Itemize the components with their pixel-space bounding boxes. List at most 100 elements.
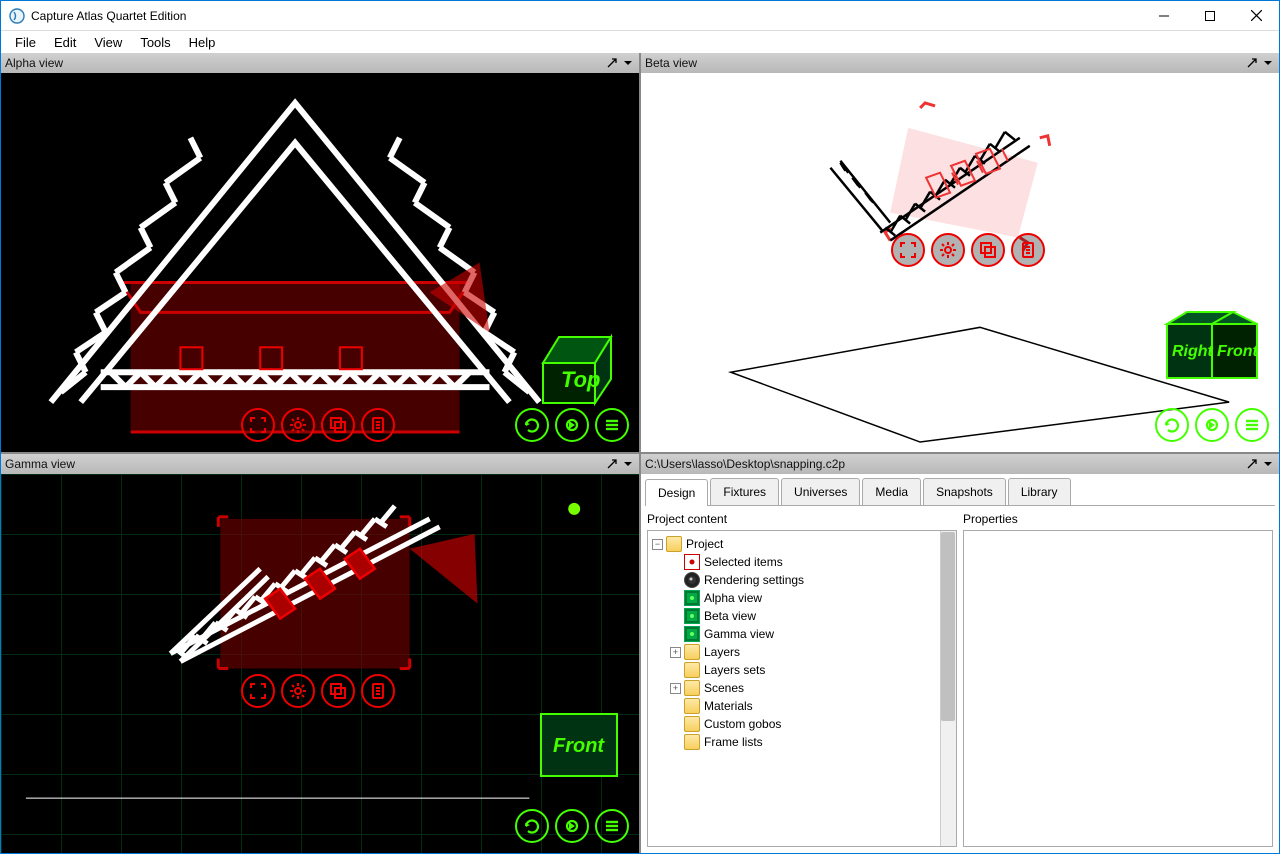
gamma-green-tools (515, 809, 629, 843)
clipboard-button[interactable] (361, 674, 395, 708)
minimize-button[interactable] (1141, 1, 1187, 31)
svg-text:Front: Front (553, 735, 605, 757)
clipboard-button[interactable] (361, 408, 395, 442)
close-button[interactable] (1233, 1, 1279, 31)
tab-library[interactable]: Library (1008, 478, 1071, 505)
app-window: Capture Atlas Quartet Edition File Edit … (0, 0, 1280, 854)
tree-node-materials[interactable]: Materials (650, 697, 954, 715)
pane-title-alpha: Alpha view (5, 56, 603, 70)
tree-node-layers-sets[interactable]: Layers sets (650, 661, 954, 679)
menu-tools[interactable]: Tools (132, 33, 178, 52)
tab-media[interactable]: Media (862, 478, 921, 505)
menu-edit[interactable]: Edit (46, 33, 84, 52)
pane-collapse-icon[interactable] (1261, 457, 1275, 471)
view-cube-beta[interactable]: RightFront (1157, 308, 1267, 390)
app-icon (9, 8, 25, 24)
tab-design[interactable]: Design (645, 479, 708, 506)
pane-maximize-icon[interactable] (605, 56, 619, 70)
pane-maximize-icon[interactable] (1245, 457, 1259, 471)
tree-node-custom-gobos[interactable]: Custom gobos (650, 715, 954, 733)
project-content-title: Project content (647, 512, 957, 526)
tree-label: Layers (704, 645, 740, 659)
viewport-beta[interactable]: RightFront (641, 73, 1279, 452)
project-tree[interactable]: −Project Selected items Rendering settings… (647, 530, 957, 847)
layers-button[interactable] (971, 233, 1005, 267)
titlebar: Capture Atlas Quartet Edition (1, 1, 1279, 31)
pane-collapse-icon[interactable] (621, 56, 635, 70)
tree-node-frame-lists[interactable]: Frame lists (650, 733, 954, 751)
tab-universes[interactable]: Universes (781, 478, 860, 505)
menu-button[interactable] (595, 809, 629, 843)
focus-button[interactable] (241, 408, 275, 442)
folder-icon (684, 716, 700, 732)
view-cube-gamma[interactable]: Front (539, 712, 619, 778)
folder-icon (684, 698, 700, 714)
rotate-button[interactable] (515, 408, 549, 442)
pane-maximize-icon[interactable] (605, 457, 619, 471)
menu-view[interactable]: View (86, 33, 130, 52)
settings-button[interactable] (281, 408, 315, 442)
menu-file[interactable]: File (7, 33, 44, 52)
tree-node-alpha-view[interactable]: Alpha view (650, 589, 954, 607)
settings-button[interactable] (281, 674, 315, 708)
viewport-gamma[interactable]: Front (1, 474, 639, 853)
beta-red-tools (891, 233, 1045, 267)
pane-gamma: Gamma view (1, 454, 639, 853)
window-title: Capture Atlas Quartet Edition (31, 9, 1141, 23)
alpha-red-tools (241, 408, 395, 442)
svg-text:Front: Front (1217, 343, 1259, 360)
properties-title: Properties (963, 512, 1273, 526)
tree-node-selected-items[interactable]: Selected items (650, 553, 954, 571)
tree-label: Selected items (704, 555, 783, 569)
render-icon (684, 572, 700, 588)
rotate-button[interactable] (515, 809, 549, 843)
properties-box (963, 530, 1273, 847)
viewport-alpha[interactable]: Top (1, 73, 639, 452)
tree-label: Custom gobos (704, 717, 781, 731)
rotate-button[interactable] (1155, 408, 1189, 442)
tree-node-layers[interactable]: + Layers (650, 643, 954, 661)
pane-header-project: C:\Users\lasso\Desktop\snapping.c2p (641, 454, 1279, 474)
tree-label: Gamma view (704, 627, 774, 641)
gamma-red-tools (241, 674, 395, 708)
pane-collapse-icon[interactable] (621, 457, 635, 471)
beta-green-tools (1155, 408, 1269, 442)
menu-button[interactable] (1235, 408, 1269, 442)
tree-node-rendering-settings[interactable]: Rendering settings (650, 571, 954, 589)
tree-expander[interactable]: + (670, 647, 681, 658)
folder-icon (684, 662, 700, 678)
tree-node-gamma-view[interactable]: Gamma view (650, 625, 954, 643)
menu-button[interactable] (595, 408, 629, 442)
tree-label: Rendering settings (704, 573, 804, 587)
focus-button[interactable] (891, 233, 925, 267)
tree-label: Materials (704, 699, 753, 713)
tab-fixtures[interactable]: Fixtures (710, 478, 779, 505)
maximize-button[interactable] (1187, 1, 1233, 31)
focus-button[interactable] (241, 674, 275, 708)
scrollbar-thumb[interactable] (941, 532, 955, 721)
tab-snapshots[interactable]: Snapshots (923, 478, 1006, 505)
layers-button[interactable] (321, 408, 355, 442)
window-controls (1141, 1, 1279, 31)
properties-column: Properties (963, 512, 1273, 847)
layers-button[interactable] (321, 674, 355, 708)
navigate-button[interactable] (555, 809, 589, 843)
pane-collapse-icon[interactable] (1261, 56, 1275, 70)
tree-expander[interactable]: + (670, 683, 681, 694)
tree-node-beta-view[interactable]: Beta view (650, 607, 954, 625)
pane-beta: Beta view (641, 53, 1279, 452)
pane-maximize-icon[interactable] (1245, 56, 1259, 70)
tree-scrollbar[interactable] (940, 531, 956, 846)
tree-node-scenes[interactable]: +Scenes (650, 679, 954, 697)
project-content-column: Project content −Project Selected items Re… (647, 512, 957, 847)
navigate-button[interactable] (555, 408, 589, 442)
settings-button[interactable] (931, 233, 965, 267)
navigate-button[interactable] (1195, 408, 1229, 442)
svg-text:Top: Top (561, 367, 601, 392)
menu-help[interactable]: Help (181, 33, 224, 52)
view-cube-alpha[interactable]: Top (531, 323, 623, 411)
tree-node-project[interactable]: −Project (650, 535, 954, 553)
tree-label: Alpha view (704, 591, 762, 605)
tree-expander[interactable]: − (652, 539, 663, 550)
clipboard-button[interactable] (1011, 233, 1045, 267)
